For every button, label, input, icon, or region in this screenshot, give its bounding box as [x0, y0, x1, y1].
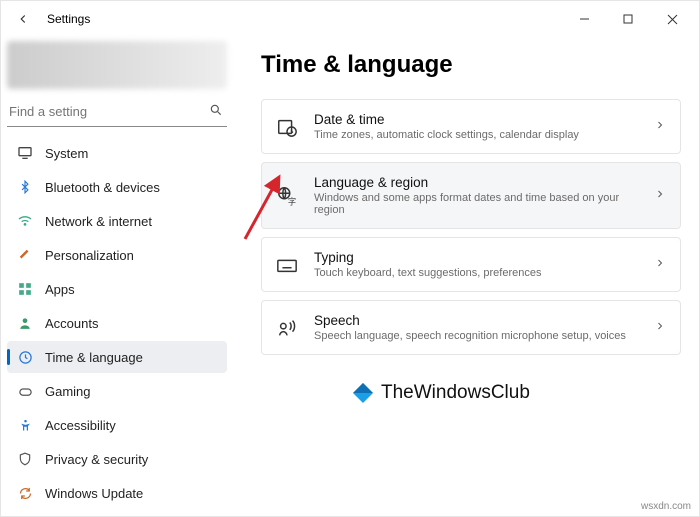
watermark: TheWindowsClub	[351, 381, 530, 405]
update-icon	[17, 485, 33, 501]
sidebar-item-bluetooth[interactable]: Bluetooth & devices	[7, 171, 227, 203]
sidebar-item-personalization[interactable]: Personalization	[7, 239, 227, 271]
accessibility-icon	[17, 417, 33, 433]
maximize-button[interactable]	[609, 5, 647, 33]
apps-icon	[17, 281, 33, 297]
chevron-right-icon	[654, 256, 666, 274]
sidebar-item-label: System	[45, 146, 88, 161]
card-title: Date & time	[314, 112, 638, 127]
bluetooth-icon	[17, 179, 33, 195]
card-date-time[interactable]: Date & time Time zones, automatic clock …	[261, 99, 681, 154]
chevron-right-icon	[654, 187, 666, 205]
sidebar-item-accounts[interactable]: Accounts	[7, 307, 227, 339]
person-icon	[17, 315, 33, 331]
watermark-text: TheWindowsClub	[381, 382, 530, 404]
card-title: Typing	[314, 250, 638, 265]
brush-icon	[17, 247, 33, 263]
sidebar-item-update[interactable]: Windows Update	[7, 477, 227, 509]
card-typing[interactable]: Typing Touch keyboard, text suggestions,…	[261, 237, 681, 292]
search-input[interactable]	[9, 104, 209, 119]
sidebar-item-label: Accessibility	[45, 418, 116, 433]
chevron-right-icon	[654, 118, 666, 136]
card-language-region[interactable]: 字 Language & region Windows and some app…	[261, 162, 681, 229]
sidebar-item-accessibility[interactable]: Accessibility	[7, 409, 227, 441]
sidebar-item-label: Privacy & security	[45, 452, 148, 467]
sidebar-item-privacy[interactable]: Privacy & security	[7, 443, 227, 475]
svg-text:字: 字	[288, 196, 296, 206]
sidebar-item-apps[interactable]: Apps	[7, 273, 227, 305]
sidebar-item-label: Time & language	[45, 350, 143, 365]
system-icon	[17, 145, 33, 161]
search-box[interactable]	[7, 97, 227, 127]
gamepad-icon	[17, 383, 33, 399]
titlebar: Settings	[1, 1, 699, 37]
keyboard-icon	[276, 254, 298, 276]
sidebar-item-label: Bluetooth & devices	[45, 180, 160, 195]
sidebar: System Bluetooth & devices Network & int…	[1, 37, 233, 516]
card-subtitle: Windows and some apps format dates and t…	[314, 192, 638, 216]
sidebar-item-label: Gaming	[45, 384, 91, 399]
sidebar-item-label: Network & internet	[45, 214, 152, 229]
window-title: Settings	[47, 12, 90, 26]
profile-card[interactable]	[7, 41, 227, 89]
sidebar-item-label: Personalization	[45, 248, 134, 263]
card-subtitle: Time zones, automatic clock settings, ca…	[314, 129, 638, 141]
footer-watermark: wsxdn.com	[641, 501, 691, 512]
shield-icon	[17, 451, 33, 467]
sidebar-item-network[interactable]: Network & internet	[7, 205, 227, 237]
sidebar-item-gaming[interactable]: Gaming	[7, 375, 227, 407]
windowsclub-logo-icon	[351, 381, 375, 405]
search-icon	[209, 103, 223, 120]
minimize-button[interactable]	[565, 5, 603, 33]
chevron-right-icon	[654, 319, 666, 337]
sidebar-item-label: Apps	[45, 282, 75, 297]
main-panel: Time & language Date & time Time zones, …	[233, 37, 699, 516]
calendar-clock-icon	[276, 116, 298, 138]
card-title: Language & region	[314, 175, 638, 190]
sidebar-item-label: Windows Update	[45, 486, 143, 501]
close-button[interactable]	[653, 5, 691, 33]
card-subtitle: Touch keyboard, text suggestions, prefer…	[314, 267, 638, 279]
sidebar-item-time-language[interactable]: Time & language	[7, 341, 227, 373]
sidebar-item-system[interactable]: System	[7, 137, 227, 169]
back-button[interactable]	[9, 5, 37, 33]
card-title: Speech	[314, 313, 638, 328]
clock-globe-icon	[17, 349, 33, 365]
wifi-icon	[17, 213, 33, 229]
globe-char-icon: 字	[276, 185, 298, 207]
sidebar-item-label: Accounts	[45, 316, 98, 331]
speech-icon	[276, 317, 298, 339]
card-speech[interactable]: Speech Speech language, speech recogniti…	[261, 300, 681, 355]
page-title: Time & language	[261, 51, 681, 79]
card-subtitle: Speech language, speech recognition micr…	[314, 330, 638, 342]
